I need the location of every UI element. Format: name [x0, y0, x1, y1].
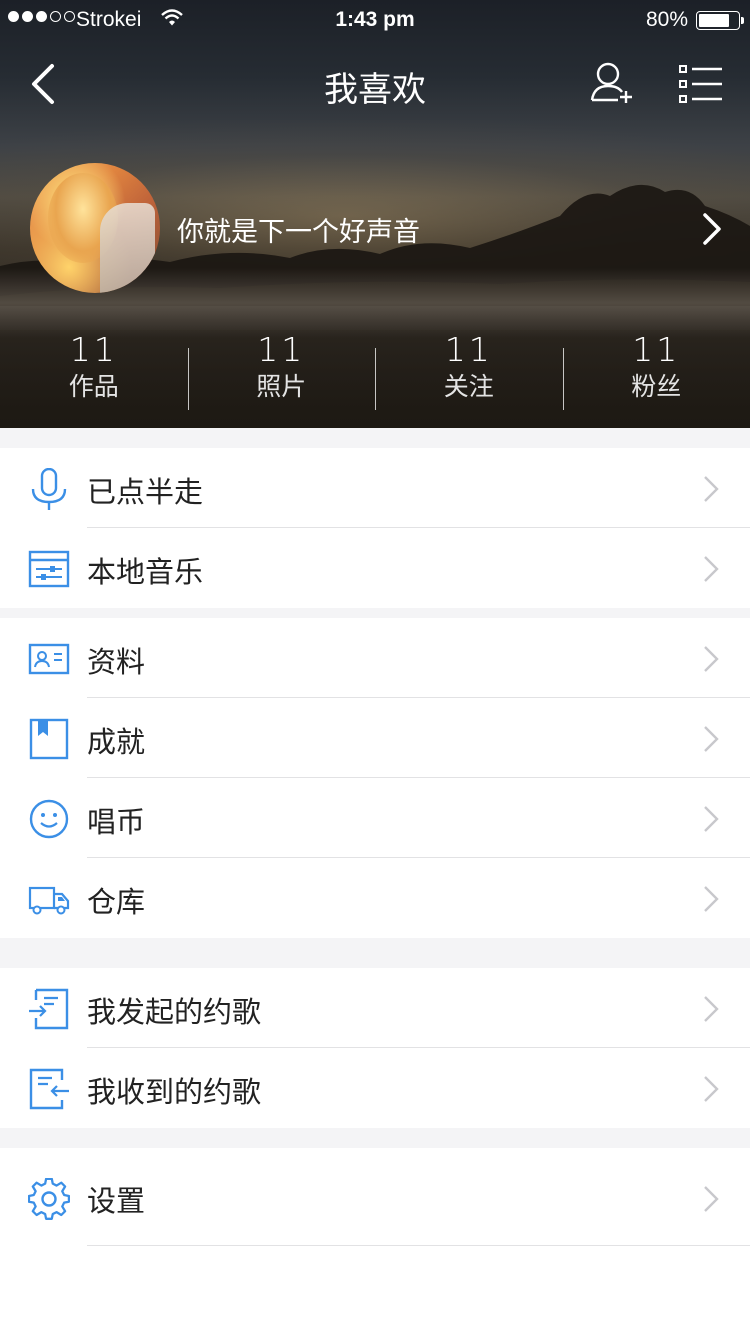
menu-item-label: 成就: [87, 725, 146, 759]
sent-invite-icon: [29, 988, 69, 1030]
chevron-right-icon: [704, 646, 719, 672]
profile-row[interactable]: 你就是下一个好声音: [0, 160, 750, 296]
menu-item-warehouse[interactable]: 仓库: [0, 858, 750, 938]
group-separator: [0, 1128, 750, 1148]
chevron-right-icon: [704, 886, 719, 912]
menu-item-label: 已点半走: [87, 475, 204, 509]
menu-item-label: 唱币: [87, 805, 146, 839]
stat-value: 11: [444, 330, 493, 369]
menu-item-settings[interactable]: 设置: [0, 1148, 750, 1246]
stat-value: 11: [257, 330, 306, 369]
profile-name: 你就是下一个好声音: [177, 217, 420, 248]
menu-item-label: 我收到的约歌: [87, 1075, 262, 1109]
group-separator: [0, 428, 750, 448]
stat-label: 关注: [443, 372, 494, 401]
group-separator: [0, 938, 750, 968]
chevron-right-icon: [703, 213, 721, 245]
chevron-right-icon: [704, 1186, 719, 1212]
profile-stats: 11 作品 11 照片 11 关注 11 粉丝: [0, 332, 750, 412]
stat-following[interactable]: 11 关注: [375, 332, 563, 412]
battery-percentage: 80%: [645, 8, 688, 31]
menu-list: 已点半走 本地音乐 资料 成就 唱币 仓库 我发起的约歌 我收到的约歌 设置: [0, 428, 750, 1246]
menu-item-local-music[interactable]: 本地音乐: [0, 528, 750, 608]
local-music-icon: [28, 550, 70, 588]
row-divider: [87, 1245, 750, 1246]
gear-icon: [28, 1178, 70, 1220]
menu-item-label: 资料: [87, 645, 146, 679]
bookmark-icon: [29, 718, 69, 760]
truck-icon: [28, 886, 70, 915]
battery-fill: [699, 14, 729, 27]
stat-photos[interactable]: 11 照片: [187, 330, 376, 412]
clock: 1:43 pm: [335, 8, 415, 31]
stat-fans[interactable]: 11 粉丝: [562, 330, 750, 412]
microphone-icon: [31, 468, 67, 510]
navigation-bar: 我喜欢: [0, 40, 750, 128]
received-invite-icon: [29, 1068, 69, 1110]
menu-item-label: 本地音乐: [87, 555, 204, 589]
chevron-right-icon: [704, 476, 719, 502]
group-separator: [0, 608, 750, 618]
avatar[interactable]: [30, 163, 160, 293]
stat-value: 11: [632, 330, 681, 369]
status-bar: Strokei 1:43 pm 80%: [0, 0, 750, 40]
battery-icon: [696, 11, 744, 30]
list-menu-icon[interactable]: [678, 62, 724, 106]
smiley-icon: [29, 799, 69, 839]
menu-item-label: 设置: [87, 1184, 146, 1218]
menu-item-profile[interactable]: 资料: [0, 618, 750, 698]
chevron-right-icon: [704, 806, 719, 832]
chevron-right-icon: [704, 556, 719, 582]
menu-item-achievements[interactable]: 成就: [0, 698, 750, 778]
stat-value: 11: [69, 330, 118, 369]
add-friend-icon[interactable]: [588, 60, 638, 110]
menu-item-sent-invitations[interactable]: 我发起的约歌: [0, 968, 750, 1048]
chevron-right-icon: [704, 726, 719, 752]
stat-label: 作品: [68, 372, 119, 401]
menu-item-requested-songs[interactable]: 已点半走: [0, 448, 750, 528]
stat-label: 照片: [256, 372, 307, 401]
menu-item-coins[interactable]: 唱币: [0, 778, 750, 858]
stat-works[interactable]: 11 作品: [0, 332, 188, 412]
stat-label: 粉丝: [631, 372, 682, 401]
menu-item-label: 我发起的约歌: [87, 995, 262, 1029]
chevron-right-icon: [704, 996, 719, 1022]
profile-card-icon: [28, 643, 70, 675]
menu-item-received-invitations[interactable]: 我收到的约歌: [0, 1048, 750, 1128]
menu-item-label: 仓库: [87, 885, 146, 919]
chevron-right-icon: [704, 1076, 719, 1102]
